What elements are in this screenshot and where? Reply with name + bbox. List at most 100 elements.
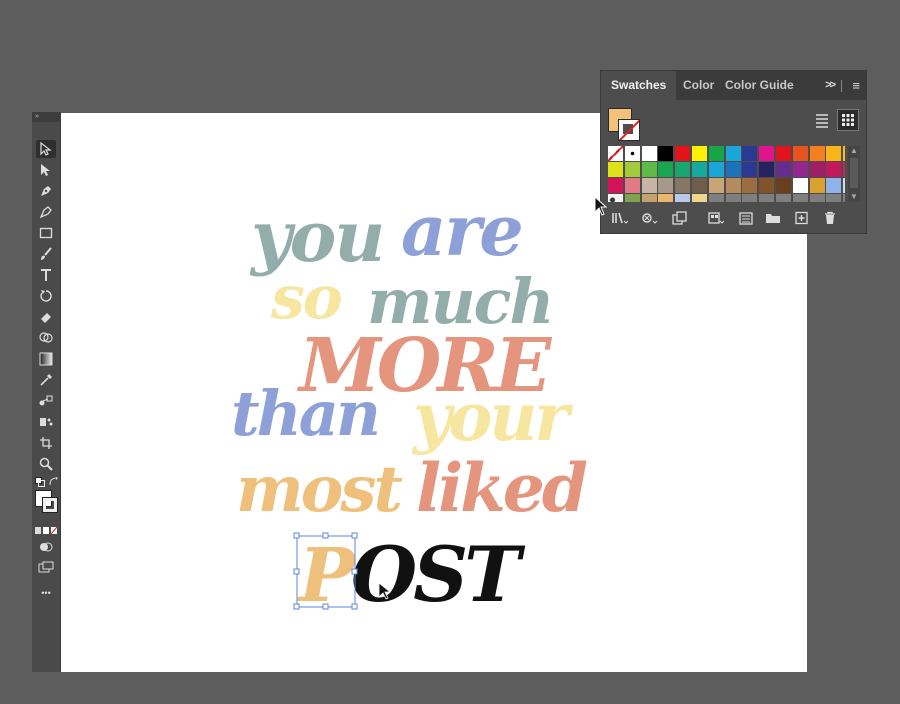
swatch-cell[interactable]	[691, 146, 707, 161]
swatch-cell[interactable]	[725, 146, 741, 161]
swatch-cell[interactable]	[792, 194, 808, 202]
swatch-cell[interactable]	[759, 178, 775, 193]
swatch-cell[interactable]	[658, 162, 674, 177]
default-fill-stroke-icon[interactable]	[35, 474, 45, 487]
swatch-cell[interactable]	[759, 162, 775, 177]
stroke-swatch[interactable]	[42, 497, 58, 513]
fill-stroke-widget[interactable]	[35, 490, 59, 514]
panel-menu-button[interactable]: ≡	[852, 71, 860, 100]
swatch-cell[interactable]	[675, 162, 691, 177]
tools-panel-grip[interactable]: »	[32, 112, 60, 122]
swatch-cell[interactable]	[658, 146, 674, 161]
show-kinds-icon[interactable]	[641, 211, 659, 225]
artboard-tool-icon[interactable]	[36, 434, 56, 452]
swatch-cell[interactable]	[725, 178, 741, 193]
swatch-cell[interactable]	[641, 162, 657, 177]
swatch-cell[interactable]	[792, 178, 808, 193]
new-group-icon[interactable]	[764, 211, 782, 225]
selection-tool-icon[interactable]	[36, 140, 56, 158]
edit-toolbar-button[interactable]: •••	[36, 584, 56, 602]
swatch-libraries-icon[interactable]	[611, 211, 629, 225]
type-tool-icon[interactable]	[36, 266, 56, 284]
swatch-cell[interactable]	[725, 194, 741, 202]
swatch-cell[interactable]	[775, 178, 791, 193]
swatch-cell[interactable]	[759, 146, 775, 161]
swatch-cell[interactable]	[775, 146, 791, 161]
swatch-cell[interactable]	[624, 178, 640, 193]
swatch-cell[interactable]	[792, 162, 808, 177]
blend-tool-icon[interactable]	[36, 392, 56, 410]
gradient-tool-icon[interactable]	[36, 350, 56, 368]
swatch-options-icon[interactable]	[671, 211, 689, 225]
swatch-cell[interactable]	[708, 194, 724, 202]
shape-builder-tool-icon[interactable]	[36, 329, 56, 347]
swatch-cell[interactable]	[691, 194, 707, 202]
swatch-cell[interactable]	[742, 162, 758, 177]
draw-mode-icon[interactable]	[36, 538, 56, 556]
swatch-cell[interactable]	[641, 146, 657, 161]
swatch-cell[interactable]	[675, 194, 691, 202]
swatch-pattern[interactable]	[608, 194, 623, 202]
swatch-cell[interactable]	[708, 178, 724, 193]
swatch-cell[interactable]	[624, 162, 640, 177]
swatch-cell[interactable]	[826, 162, 842, 177]
swatch-scrollbar[interactable]: ▲ ▼	[848, 146, 860, 202]
scroll-down-icon[interactable]: ▼	[848, 192, 860, 202]
eraser-tool-icon[interactable]	[36, 308, 56, 326]
new-swatch-icon[interactable]	[793, 211, 811, 225]
edit-color-group-icon[interactable]	[737, 211, 755, 225]
swatch-cell[interactable]	[809, 178, 825, 193]
direct-selection-tool-icon[interactable]	[36, 161, 56, 179]
swatch-cell[interactable]	[843, 194, 845, 202]
swatch-cell[interactable]	[641, 178, 657, 193]
swatch-cell[interactable]	[658, 178, 674, 193]
swatch-cell[interactable]	[708, 146, 724, 161]
line-6-rest[interactable]: OST	[351, 530, 530, 619]
swatch-cell[interactable]	[608, 178, 623, 193]
swap-fill-stroke-icon[interactable]	[49, 474, 59, 486]
swatch-cell[interactable]	[826, 178, 842, 193]
symbol-sprayer-tool-icon[interactable]	[36, 413, 56, 431]
swatch-cell[interactable]	[641, 194, 657, 202]
scroll-up-icon[interactable]: ▲	[848, 146, 860, 156]
swatch-cell[interactable]	[742, 146, 758, 161]
rotate-tool-icon[interactable]	[36, 287, 56, 305]
swatch-cell[interactable]	[843, 146, 845, 161]
eyedropper-tool-icon[interactable]	[36, 371, 56, 389]
current-stroke-swatch[interactable]	[618, 119, 640, 141]
rectangle-tool-icon[interactable]	[36, 224, 56, 242]
swatch-cell[interactable]	[792, 146, 808, 161]
swatch-cell[interactable]	[691, 162, 707, 177]
scroll-thumb[interactable]	[850, 158, 858, 188]
grid-view-button[interactable]	[837, 109, 859, 131]
swatch-cell[interactable]	[809, 146, 825, 161]
list-view-button[interactable]	[811, 109, 833, 131]
swatch-cell[interactable]	[691, 178, 707, 193]
swatch-cell[interactable]	[742, 194, 758, 202]
swatch-cell[interactable]	[624, 194, 640, 202]
swatch-cell[interactable]	[843, 162, 845, 177]
delete-swatch-icon[interactable]	[821, 211, 839, 225]
tab-color-guide[interactable]: Color Guide	[725, 71, 794, 100]
color-mode-buttons[interactable]	[35, 522, 58, 535]
swatch-cell[interactable]	[675, 178, 691, 193]
swatch-cell[interactable]	[775, 194, 791, 202]
swatch-cell[interactable]	[725, 162, 741, 177]
swatch-registration[interactable]	[624, 146, 640, 161]
swatch-cell[interactable]	[708, 162, 724, 177]
screen-mode-icon[interactable]	[36, 558, 56, 576]
swatch-cell[interactable]	[675, 146, 691, 161]
zoom-tool-icon[interactable]	[36, 455, 56, 473]
pen-tool-icon[interactable]	[36, 182, 56, 200]
swatch-cell[interactable]	[826, 146, 842, 161]
tab-color[interactable]: Color	[683, 71, 714, 100]
swatch-cell[interactable]	[658, 194, 674, 202]
swatch-cell[interactable]	[759, 194, 775, 202]
tab-swatches[interactable]: Swatches	[601, 71, 677, 100]
paintbrush-tool-icon[interactable]	[36, 245, 56, 263]
swatch-cell[interactable]	[775, 162, 791, 177]
swatch-cell[interactable]	[809, 194, 825, 202]
swatch-cell[interactable]	[809, 162, 825, 177]
swatch-cell[interactable]	[608, 162, 623, 177]
curvature-tool-icon[interactable]	[36, 203, 56, 221]
